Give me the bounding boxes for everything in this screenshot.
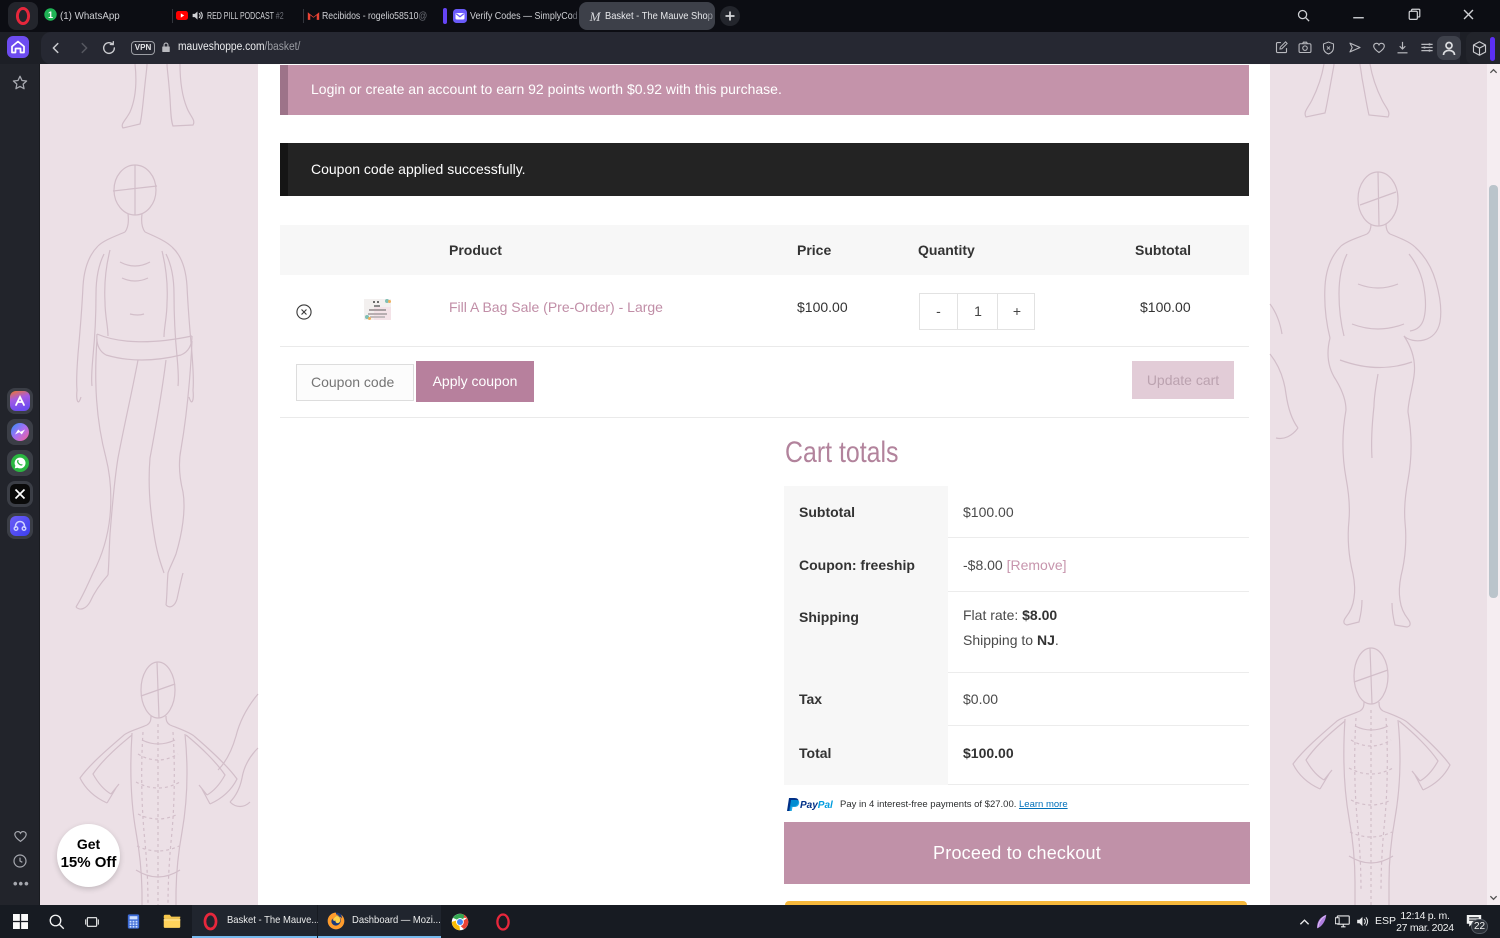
svg-text:1: 1 <box>48 10 53 20</box>
svg-text:M: M <box>589 9 602 24</box>
svg-text:PayPal: PayPal <box>800 800 833 811</box>
